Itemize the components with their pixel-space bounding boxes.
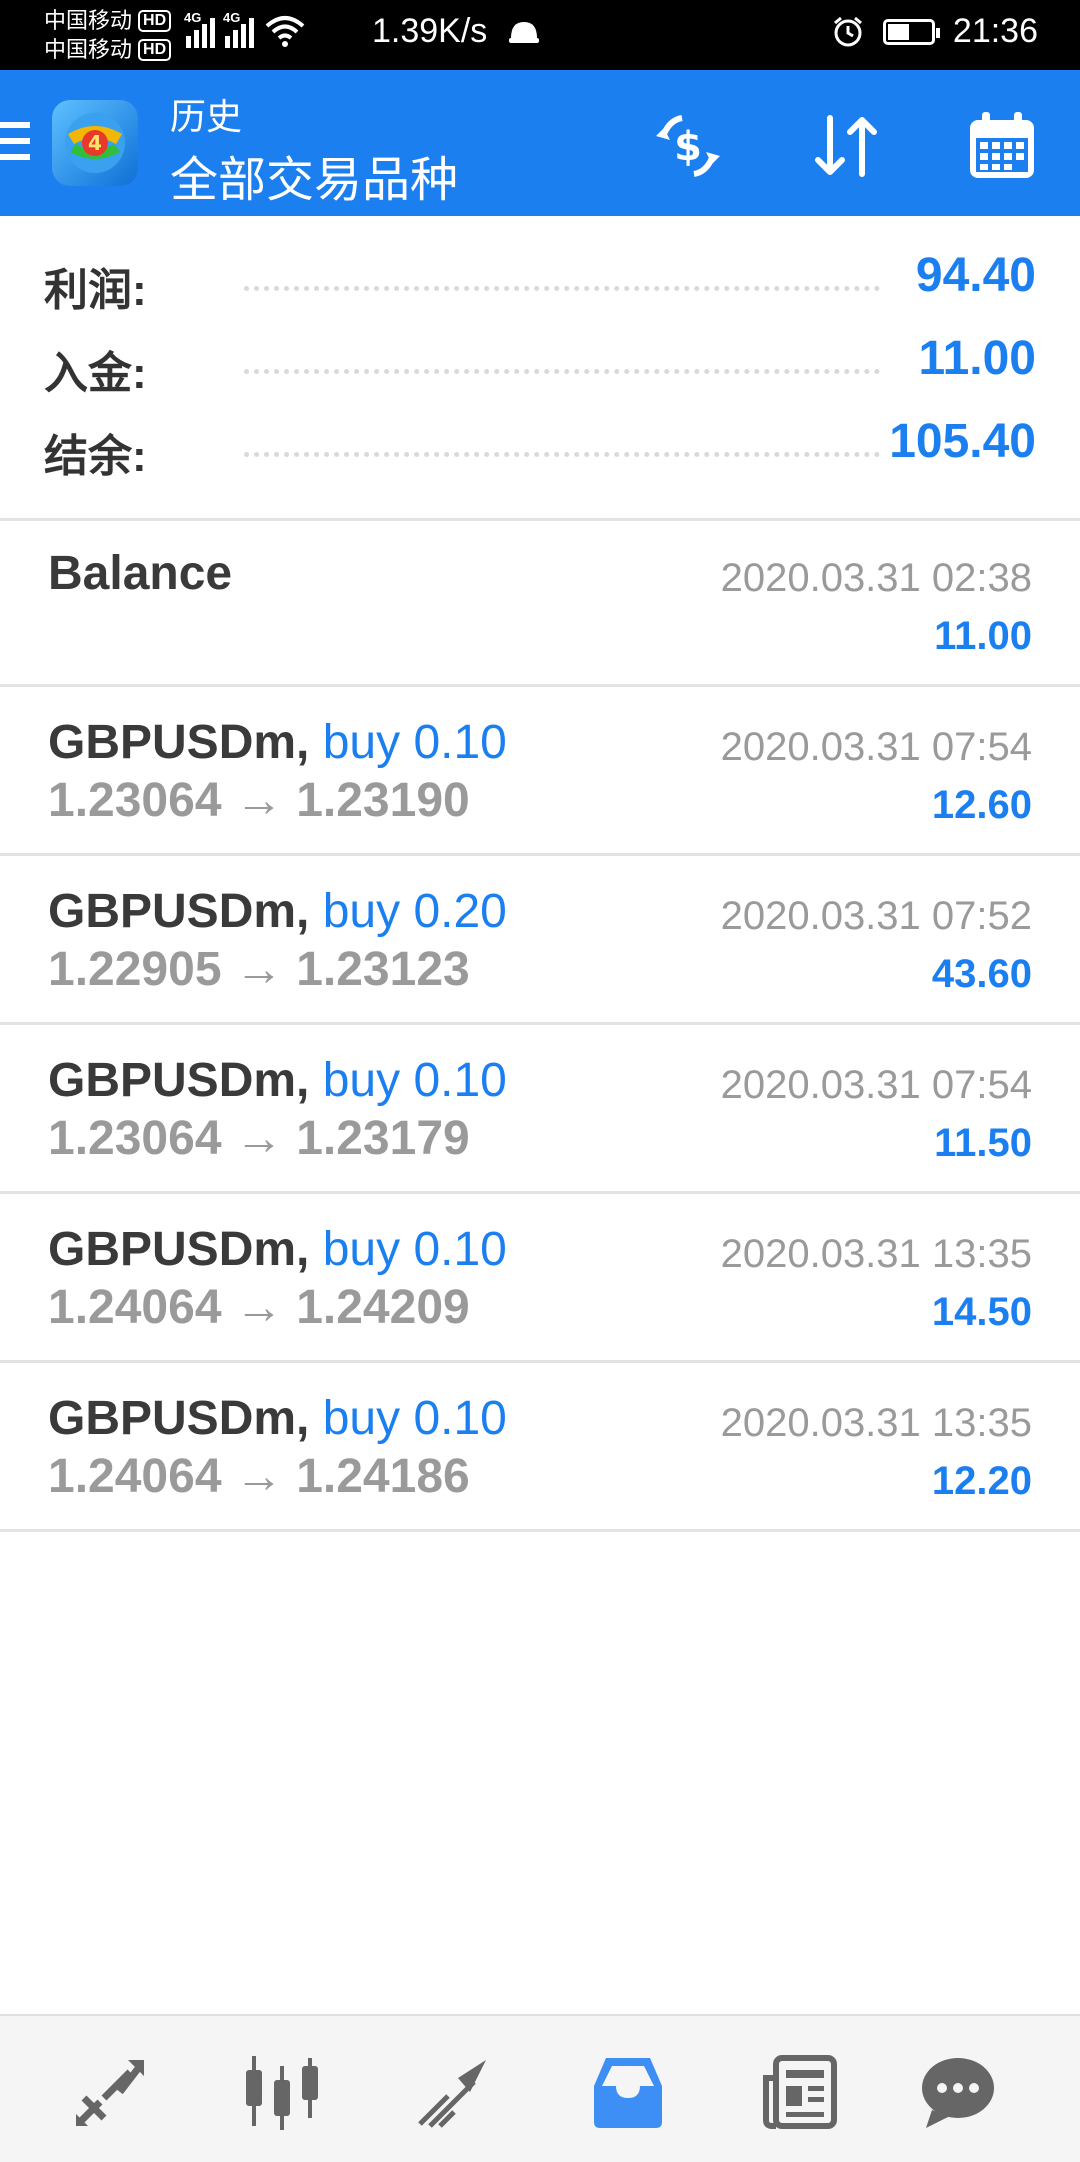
close-price: 1.23123: [296, 943, 470, 996]
list-item-balance[interactable]: Balance 2020.03.31 02:38 11.00: [0, 518, 1080, 687]
profit-row: 利润: 94.40: [0, 240, 1080, 322]
deal-prices: 1.22905 → 1.23123: [48, 942, 470, 997]
deal-side: buy 0.10: [322, 1054, 507, 1107]
deal-symbol: Balance: [48, 547, 233, 600]
page-title[interactable]: 全部交易品种: [170, 140, 458, 210]
deal-side: buy 0.20: [322, 885, 507, 938]
deal-prices: 1.23064 → 1.23179: [48, 1111, 470, 1166]
profit-value: 94.40: [915, 249, 1036, 302]
open-price: 1.23064: [48, 774, 222, 827]
deposit-value: 11.00: [918, 332, 1036, 385]
app-logo: 4: [52, 100, 138, 186]
deal-symbol: GBPUSDm,: [48, 885, 310, 938]
deal-time: 2020.03.31 13:35: [720, 1232, 1032, 1276]
notification-icon: [508, 22, 539, 44]
deal-time: 2020.03.31 07:52: [720, 894, 1032, 938]
deal-symbol: GBPUSDm,: [48, 1054, 310, 1107]
summary-panel: 利润: 94.40 入金: 11.00 结余: 105.40: [0, 216, 1080, 521]
dotted-leader: [244, 369, 880, 374]
list-item[interactable]: GBPUSDm, buy 0.20 1.22905 → 1.23123 2020…: [0, 856, 1080, 1025]
list-item[interactable]: GBPUSDm, buy 0.10 1.24064 → 1.24209 2020…: [0, 1194, 1080, 1363]
deal-prices: 1.24064 → 1.24186: [48, 1449, 470, 1504]
battery-icon: [882, 18, 940, 45]
list-item[interactable]: GBPUSDm, buy 0.10 1.23064 → 1.23179 2020…: [0, 1025, 1080, 1194]
quotes-icon[interactable]: [70, 2052, 150, 2132]
deal-symbol-line: GBPUSDm, buy 0.10: [48, 1391, 507, 1446]
carrier-name: 中国移动: [44, 37, 133, 62]
balance-row: 结余: 105.40: [0, 406, 1080, 488]
history-list: Balance 2020.03.31 02:38 11.00 GBPUSDm, …: [0, 518, 1080, 1532]
svg-text:$: $: [674, 124, 702, 170]
sort-icon[interactable]: [806, 106, 886, 186]
bottom-nav: [0, 2014, 1080, 2162]
alarm-icon: [833, 16, 862, 46]
calendar-icon[interactable]: [962, 106, 1042, 186]
deal-profit: 12.20: [931, 1459, 1032, 1503]
open-price: 1.24064: [48, 1450, 222, 1503]
currency-exchange-icon[interactable]: $: [648, 106, 728, 186]
dotted-leader: [244, 286, 880, 291]
deal-symbol-line: GBPUSDm, buy 0.20: [48, 884, 507, 939]
list-item[interactable]: GBPUSDm, buy 0.10 1.24064 → 1.24186 2020…: [0, 1363, 1080, 1532]
deal-prices: 1.24064 → 1.24209: [48, 1280, 470, 1335]
deal-profit: 14.50: [931, 1290, 1032, 1334]
open-price: 1.22905: [48, 943, 222, 996]
news-icon[interactable]: [760, 2052, 840, 2132]
status-bar: 中国移动 HD 中国移动 HD 4G 4G 1.39K/s 21:36: [0, 0, 1080, 70]
deal-time: 2020.03.31 13:35: [720, 1401, 1032, 1445]
deal-prices: 1.23064 → 1.23190: [48, 773, 470, 828]
signal-icon: 4G: [184, 10, 215, 48]
open-price: 1.23064: [48, 1112, 222, 1165]
carrier-name: 中国移动: [44, 8, 133, 33]
deal-symbol: GBPUSDm,: [48, 716, 310, 769]
signal-icon: 4G: [223, 10, 254, 48]
open-price: 1.24064: [48, 1281, 222, 1334]
deal-symbol: GBPUSDm,: [48, 1223, 310, 1276]
balance-label: 结余:: [44, 432, 147, 481]
hd-badge: HD: [138, 38, 172, 61]
chart-icon[interactable]: [242, 2052, 322, 2132]
list-item[interactable]: GBPUSDm, buy 0.10 1.23064 → 1.23190 2020…: [0, 687, 1080, 856]
arrow-icon: →: [234, 943, 283, 996]
arrow-icon: →: [234, 774, 283, 827]
deal-side: buy 0.10: [322, 1392, 507, 1445]
close-price: 1.23179: [296, 1112, 470, 1165]
deal-profit: 11.50: [934, 1121, 1032, 1165]
deal-profit: 43.60: [931, 952, 1032, 996]
page-subtitle: 历史: [170, 96, 243, 137]
close-price: 1.24209: [296, 1281, 470, 1334]
arrow-icon: →: [234, 1281, 283, 1334]
trade-icon[interactable]: [414, 2052, 494, 2132]
deal-symbol-line: GBPUSDm, buy 0.10: [48, 1222, 507, 1277]
chat-icon[interactable]: [918, 2052, 998, 2132]
history-icon[interactable]: [588, 2052, 668, 2132]
clock: 21:36: [952, 12, 1038, 50]
deposit-label: 入金:: [44, 349, 147, 398]
close-price: 1.23190: [296, 774, 470, 827]
deal-profit: 11.00: [934, 614, 1032, 658]
close-price: 1.24186: [296, 1450, 470, 1503]
wifi-icon: [265, 16, 305, 47]
arrow-icon: →: [234, 1450, 283, 1503]
svg-text:4: 4: [88, 131, 102, 155]
deal-time: 2020.03.31 07:54: [720, 725, 1032, 769]
deal-symbol: GBPUSDm,: [48, 1392, 310, 1445]
hd-badge: HD: [138, 9, 172, 32]
deal-time: 2020.03.31 02:38: [720, 556, 1032, 600]
carrier-info: 中国移动 HD 中国移动 HD: [44, 6, 172, 64]
deal-profit: 12.60: [931, 783, 1032, 827]
deal-side: buy 0.10: [322, 716, 507, 769]
dotted-leader: [244, 452, 880, 457]
balance-value: 105.40: [889, 415, 1036, 468]
deal-side: buy 0.10: [322, 1223, 507, 1276]
app-bar: 4 历史 全部交易品种 $: [0, 70, 1080, 216]
profit-label: 利润:: [44, 266, 147, 315]
network-speed: 1.39K/s: [372, 12, 541, 51]
arrow-icon: →: [234, 1112, 283, 1165]
deposit-row: 入金: 11.00: [0, 323, 1080, 405]
deal-symbol-line: GBPUSDm, buy 0.10: [48, 715, 507, 770]
deal-symbol-line: GBPUSDm, buy 0.10: [48, 1053, 507, 1108]
menu-icon[interactable]: [0, 122, 30, 166]
deal-time: 2020.03.31 07:54: [720, 1063, 1032, 1107]
